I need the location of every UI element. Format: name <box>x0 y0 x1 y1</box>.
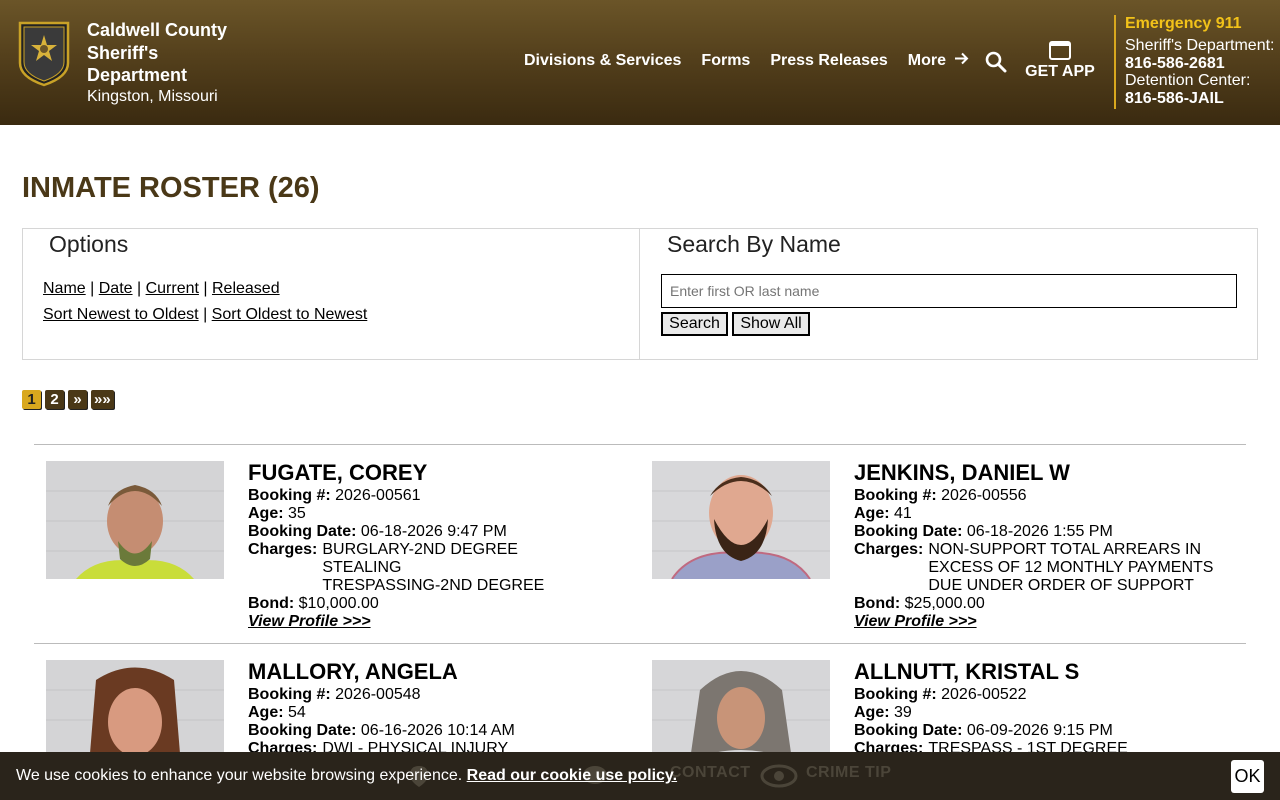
search-icon[interactable] <box>985 51 1007 73</box>
name-search-input[interactable] <box>661 274 1237 308</box>
inmate-info: ALLNUTT, KRISTAL S Booking #: 2026-00522… <box>854 660 1254 758</box>
next-page-button[interactable]: » <box>68 390 87 409</box>
booking-label: Booking #: <box>248 487 331 504</box>
contact-block: Emergency 911 Sheriff's Department: 816-… <box>1125 15 1275 108</box>
booking-date-value: 06-18-2026 1:55 PM <box>966 523 1113 540</box>
booking-date-label: Booking Date: <box>854 523 963 540</box>
charges-label: Charges: <box>854 541 924 558</box>
sort-oldest-link[interactable]: Sort Oldest to Newest <box>212 306 368 323</box>
cookie-ok-button[interactable]: OK <box>1231 760 1264 793</box>
options-links: Name | Date | Current | Released Sort Ne… <box>43 280 368 323</box>
detention-label: Detention Center: <box>1125 72 1251 90</box>
inmate-info: JENKINS, DANIEL W Booking #: 2026-00556 … <box>854 461 1254 631</box>
inmate-info: MALLORY, ANGELA Booking #: 2026-00548 Ag… <box>248 660 648 758</box>
search-button[interactable]: Search <box>661 312 728 336</box>
booking-number: 2026-00548 <box>335 686 421 703</box>
phone-icon <box>1049 41 1071 60</box>
row-divider <box>34 643 1246 644</box>
nav-more-label: More <box>907 52 946 69</box>
dept-phone[interactable]: 816-586-2681 <box>1125 55 1275 73</box>
filter-released-link[interactable]: Released <box>212 280 280 297</box>
booking-label: Booking #: <box>248 686 331 703</box>
age-value: 54 <box>288 704 306 721</box>
age-value: 39 <box>894 704 912 721</box>
show-all-button[interactable]: Show All <box>732 312 810 336</box>
booking-date-value: 06-09-2026 9:15 PM <box>966 722 1113 739</box>
nav-more[interactable]: More <box>908 52 970 70</box>
filter-date-link[interactable]: Date <box>99 280 133 297</box>
sort-newest-link[interactable]: Sort Newest to Oldest <box>43 306 199 323</box>
page-2-button[interactable]: 2 <box>45 390 64 409</box>
bond-value: $25,000.00 <box>904 595 985 612</box>
nav-press-releases[interactable]: Press Releases <box>770 52 887 70</box>
pagination: 1 2 » »» <box>22 390 114 409</box>
contact-ghost-label: CONTACT <box>670 764 751 781</box>
charge-item: TRESPASSING-2ND DEGREE <box>322 577 545 594</box>
header-divider <box>1114 15 1116 109</box>
inmate-photo[interactable] <box>46 461 224 579</box>
bond-value: $10,000.00 <box>298 595 379 612</box>
options-legend: Options <box>45 231 133 258</box>
inmate-name[interactable]: FUGATE, COREY <box>248 461 648 485</box>
inmate-info: FUGATE, COREY Booking #: 2026-00561 Age:… <box>248 461 648 631</box>
charge-item: BURGLARY-2ND DEGREE <box>322 541 518 558</box>
inmate-name[interactable]: MALLORY, ANGELA <box>248 660 648 684</box>
booking-date-value: 06-18-2026 9:47 PM <box>360 523 507 540</box>
cookie-policy-link[interactable]: Read our cookie use policy. <box>467 767 677 784</box>
age-value: 41 <box>894 505 912 522</box>
bond-label: Bond: <box>248 595 295 612</box>
last-page-button[interactable]: »» <box>91 390 114 409</box>
page-title: INMATE ROSTER (26) <box>22 172 320 204</box>
age-label: Age: <box>854 704 890 721</box>
crime-tip-ghost-label: CRIME TIP <box>806 764 892 781</box>
get-app-label: GET APP <box>1025 63 1095 80</box>
filter-name-link[interactable]: Name <box>43 280 86 297</box>
age-value: 35 <box>288 505 306 522</box>
site-header: Caldwell County Sheriff's Department Kin… <box>0 0 1280 125</box>
nav-forms[interactable]: Forms <box>701 52 750 70</box>
inmate-name[interactable]: JENKINS, DANIEL W <box>854 461 1254 485</box>
booking-date-label: Booking Date: <box>248 523 357 540</box>
get-app-button[interactable]: GET APP <box>1024 40 1096 81</box>
charge-item: STEALING <box>322 559 402 576</box>
arrow-right-icon <box>950 52 969 69</box>
brand-block[interactable]: Caldwell County Sheriff's Department Kin… <box>87 19 247 107</box>
view-profile-link[interactable]: View Profile >>> <box>248 613 371 630</box>
dept-label: Sheriff's Department: <box>1125 36 1275 54</box>
inmate-photo[interactable] <box>652 461 830 579</box>
charges-label: Charges: <box>248 541 318 558</box>
booking-date-value: 06-16-2026 10:14 AM <box>360 722 515 739</box>
search-legend: Search By Name <box>663 231 845 258</box>
age-label: Age: <box>248 505 284 522</box>
row-divider <box>34 444 1246 445</box>
age-label: Age: <box>854 505 890 522</box>
bond-label: Bond: <box>854 595 901 612</box>
page-1-button[interactable]: 1 <box>22 390 41 409</box>
detention-phone[interactable]: 816-586-JAIL <box>1125 90 1275 108</box>
eye-icon <box>760 764 798 793</box>
booking-label: Booking #: <box>854 487 937 504</box>
filter-current-link[interactable]: Current <box>146 280 199 297</box>
booking-date-label: Booking Date: <box>248 722 357 739</box>
sheriff-badge-logo[interactable] <box>16 19 72 87</box>
booking-number: 2026-00561 <box>335 487 421 504</box>
emergency-number[interactable]: Emergency 911 <box>1125 15 1275 33</box>
cookie-text: We use cookies to enhance your website b… <box>16 767 463 784</box>
inmate-name[interactable]: ALLNUTT, KRISTAL S <box>854 660 1254 684</box>
age-label: Age: <box>248 704 284 721</box>
booking-label: Booking #: <box>854 686 937 703</box>
charge-item: NON-SUPPORT TOTAL ARREARS IN EXCESS OF 1… <box>928 541 1214 594</box>
main-nav: Divisions & Services Forms Press Release… <box>524 52 969 70</box>
booking-date-label: Booking Date: <box>854 722 963 739</box>
cookie-message: We use cookies to enhance your website b… <box>16 767 677 785</box>
nav-divisions-services[interactable]: Divisions & Services <box>524 52 681 70</box>
view-profile-link[interactable]: View Profile >>> <box>854 613 977 630</box>
org-name: Caldwell County Sheriff's Department <box>87 20 228 85</box>
booking-number: 2026-00556 <box>941 487 1027 504</box>
org-location: Kingston, Missouri <box>87 87 218 105</box>
cookie-banner: CONTACT CRIME TIP We use cookies to enha… <box>0 752 1280 800</box>
booking-number: 2026-00522 <box>941 686 1027 703</box>
